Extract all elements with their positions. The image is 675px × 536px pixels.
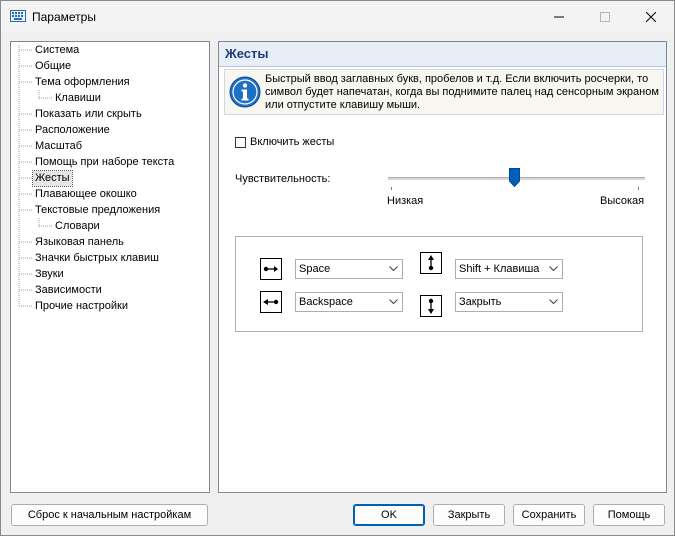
- tree-item[interactable]: Языковая панель: [33, 235, 126, 250]
- tree-item[interactable]: Значки быстрых клавиш: [33, 251, 161, 266]
- settings-window: Параметры Система Общие Тема оформления Кла…: [0, 0, 675, 536]
- slider-tick-low: [391, 187, 392, 190]
- panel-title: Жесты: [225, 46, 269, 61]
- close-icon: [646, 11, 656, 22]
- tree-item[interactable]: Тема оформления: [33, 75, 132, 90]
- sensitivity-label: Чувствительность:: [235, 173, 331, 185]
- sensitivity-high-label: Высокая: [600, 195, 645, 207]
- maximize-icon: [600, 11, 610, 22]
- info-box: Быстрый ввод заглавных букв, пробелов и …: [224, 69, 664, 115]
- gesture-up-select[interactable]: Shift + Клавиша: [455, 259, 563, 279]
- gesture-down-value: Закрыть: [459, 296, 502, 308]
- enable-gestures-row[interactable]: Включить жесты: [235, 135, 334, 149]
- chevron-down-icon: [389, 299, 398, 305]
- gesture-up-icon: [420, 252, 442, 274]
- chevron-down-icon: [389, 266, 398, 272]
- tree-item[interactable]: Масштаб: [33, 139, 84, 154]
- minimize-button[interactable]: [536, 1, 582, 32]
- enable-gestures-label[interactable]: Включить жесты: [250, 136, 334, 148]
- chevron-down-icon: [549, 266, 558, 272]
- gesture-right-value: Space: [299, 263, 331, 275]
- gesture-left-value: Backspace: [299, 296, 353, 308]
- tree-item[interactable]: Показать или скрыть: [33, 107, 144, 122]
- keyboard-icon: [10, 10, 26, 22]
- reset-defaults-button[interactable]: Сброс к начальным настройкам: [11, 504, 208, 526]
- tree-item[interactable]: Расположение: [33, 123, 112, 138]
- close-button[interactable]: Закрыть: [433, 504, 505, 526]
- info-icon: [229, 76, 261, 108]
- gesture-left-select[interactable]: Backspace: [295, 292, 403, 312]
- tree-item[interactable]: Текстовые предложения: [33, 203, 162, 218]
- slider-tick-high: [638, 187, 639, 190]
- tree-item[interactable]: Помощь при наборе текста: [33, 155, 176, 170]
- tree-item[interactable]: Общие: [33, 59, 73, 74]
- gesture-up-value: Shift + Клавиша: [459, 263, 540, 275]
- tree-item[interactable]: Зависимости: [33, 283, 104, 298]
- sensitivity-slider-thumb[interactable]: [509, 168, 520, 187]
- gesture-right-select[interactable]: Space: [295, 259, 403, 279]
- panel-header: Жесты: [219, 42, 666, 67]
- tree-item[interactable]: Плавающее окошко: [33, 187, 139, 202]
- tree-item[interactable]: Словари: [53, 219, 102, 234]
- chevron-down-icon: [549, 299, 558, 305]
- tree-item[interactable]: Клавиши: [53, 91, 103, 106]
- minimize-icon: [554, 16, 564, 17]
- info-text: Быстрый ввод заглавных букв, пробелов и …: [265, 73, 659, 111]
- maximize-button[interactable]: [582, 1, 628, 32]
- gestures-panel: Жесты Быстрый ввод заглавных букв, пробе…: [218, 41, 667, 493]
- ok-button[interactable]: OK: [353, 504, 425, 526]
- gesture-down-select[interactable]: Закрыть: [455, 292, 563, 312]
- gesture-right-icon: [260, 258, 282, 280]
- tree-item[interactable]: Прочие настройки: [33, 299, 130, 314]
- gesture-mapping-box: Space Shift + Клавиша Backspace Закрыть: [235, 236, 643, 332]
- tree-item[interactable]: Звуки: [33, 267, 66, 282]
- enable-gestures-checkbox[interactable]: [235, 136, 246, 148]
- save-button[interactable]: Сохранить: [513, 504, 585, 526]
- settings-tree[interactable]: Система Общие Тема оформления Клавиши Показа…: [10, 41, 210, 493]
- gesture-down-icon: [420, 295, 442, 317]
- gesture-left-icon: [260, 291, 282, 313]
- tree-item[interactable]: Система: [33, 43, 81, 58]
- tree-item[interactable]: Жесты: [32, 170, 73, 187]
- sensitivity-low-label: Низкая: [387, 195, 424, 207]
- title-bar: Параметры: [1, 1, 674, 32]
- help-button[interactable]: Помощь: [593, 504, 665, 526]
- window-title: Параметры: [32, 10, 96, 24]
- close-window-button[interactable]: [628, 1, 674, 32]
